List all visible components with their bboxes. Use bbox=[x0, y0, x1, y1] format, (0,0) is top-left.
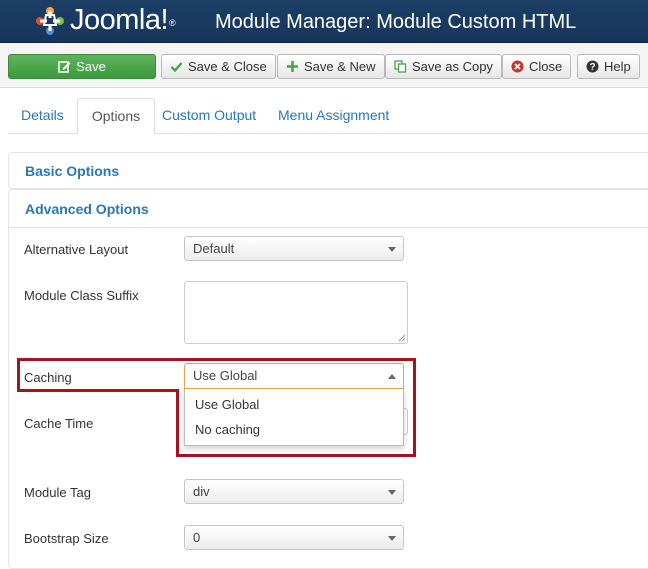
tab-details[interactable]: Details bbox=[21, 98, 64, 134]
app-header: Joomla!® Module Manager: Module Custom H… bbox=[0, 0, 648, 43]
bootstrap-size-select[interactable]: 0 bbox=[184, 525, 404, 550]
toolbar: Save Save & Close Save & New Save as Cop… bbox=[0, 43, 648, 88]
module-tag-select[interactable]: div bbox=[184, 479, 404, 504]
tab-custom-output[interactable]: Custom Output bbox=[162, 98, 256, 134]
caching-option-use-global[interactable]: Use Global bbox=[195, 397, 259, 412]
copy-icon bbox=[394, 60, 407, 73]
tab-menu-assignment[interactable]: Menu Assignment bbox=[278, 98, 389, 134]
bootstrap-size-label: Bootstrap Size bbox=[24, 531, 109, 546]
joomla-logo-icon bbox=[36, 7, 64, 35]
cache-time-label: Cache Time bbox=[24, 416, 94, 431]
caching-select[interactable]: Use Global bbox=[184, 363, 404, 389]
check-icon bbox=[170, 62, 183, 73]
chevron-up-icon bbox=[388, 374, 396, 379]
chevron-down-icon bbox=[388, 247, 396, 252]
cancel-icon bbox=[511, 60, 524, 73]
caching-option-no-caching[interactable]: No caching bbox=[195, 422, 260, 437]
alternative-layout-label: Alternative Layout bbox=[24, 242, 129, 257]
svg-text:?: ? bbox=[589, 62, 595, 73]
chevron-down-icon bbox=[388, 536, 396, 541]
basic-options-panel[interactable]: Basic Options bbox=[8, 152, 648, 189]
caching-label: Caching bbox=[24, 370, 72, 385]
page-title: Module Manager: Module Custom HTML bbox=[215, 11, 577, 33]
module-class-suffix-textarea[interactable] bbox=[184, 281, 408, 344]
joomla-logo: Joomla!® bbox=[70, 4, 176, 36]
save-new-button[interactable]: Save & New bbox=[277, 54, 385, 79]
resize-grip-icon[interactable] bbox=[397, 333, 406, 342]
chevron-down-icon bbox=[388, 490, 396, 495]
module-tag-label: Module Tag bbox=[24, 485, 91, 500]
save-as-copy-button[interactable]: Save as Copy bbox=[385, 54, 502, 79]
caching-dropdown-menu: Use Global No caching bbox=[184, 389, 404, 446]
tab-options[interactable]: Options bbox=[77, 98, 155, 135]
advanced-options-heading[interactable]: Advanced Options bbox=[25, 201, 149, 217]
basic-options-heading[interactable]: Basic Options bbox=[25, 163, 119, 179]
tab-bar: Details Options Custom Output Menu Assig… bbox=[8, 98, 648, 135]
edit-icon bbox=[58, 61, 71, 73]
panel-divider bbox=[9, 227, 648, 228]
close-button[interactable]: Close bbox=[502, 54, 572, 79]
alternative-layout-select[interactable]: Default bbox=[184, 236, 404, 261]
help-button[interactable]: ? Help bbox=[577, 54, 640, 79]
save-close-button[interactable]: Save & Close bbox=[161, 54, 276, 79]
module-class-suffix-label: Module Class Suffix bbox=[24, 288, 139, 303]
save-button[interactable]: Save bbox=[8, 54, 156, 79]
question-icon: ? bbox=[586, 60, 599, 73]
plus-icon bbox=[287, 61, 298, 72]
